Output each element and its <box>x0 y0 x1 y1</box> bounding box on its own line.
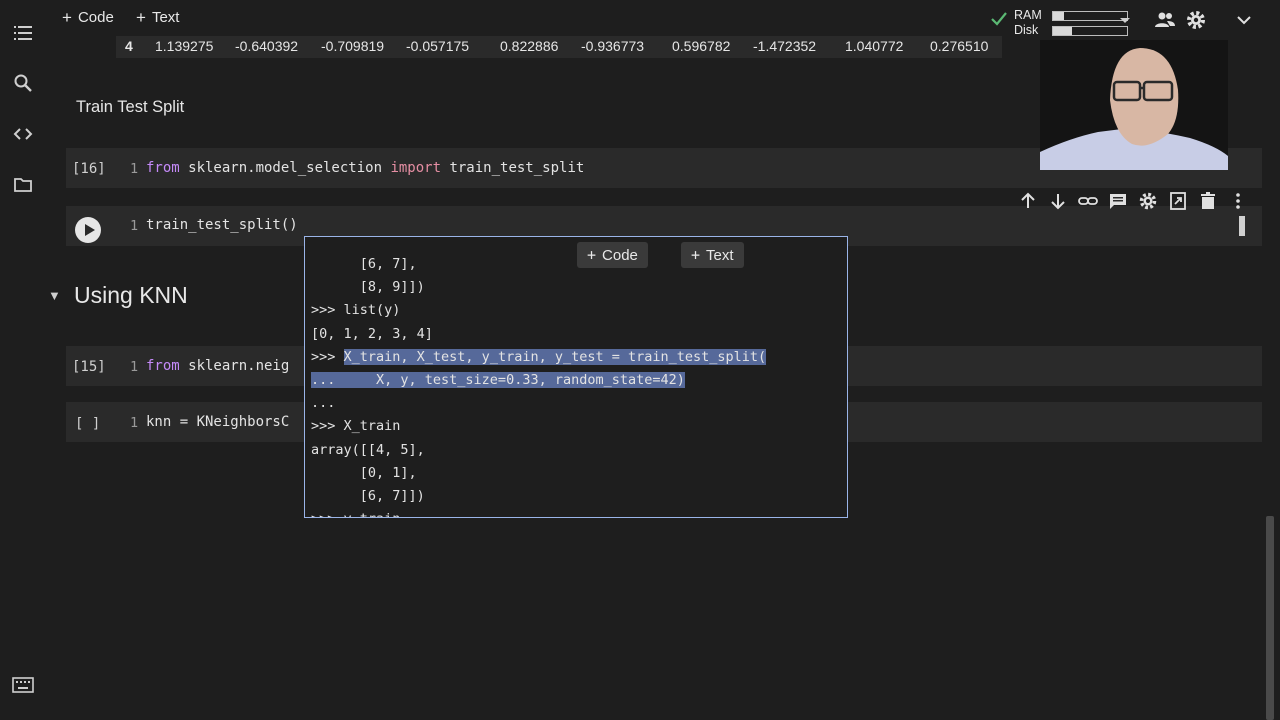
code-keyword: from <box>146 358 180 374</box>
popup-text-label: Text <box>706 246 734 264</box>
markdown-text[interactable]: Train Test Split <box>76 98 184 117</box>
disk-label: Disk <box>1014 23 1039 37</box>
cell-toolbar <box>1014 186 1254 216</box>
command-palette-icon[interactable] <box>12 675 34 695</box>
add-code-label: Code <box>77 9 114 26</box>
cell-prompt: [16] <box>72 161 106 177</box>
popup-code-label: Code <box>602 246 638 264</box>
collapse-caret-icon[interactable]: ▼ <box>48 288 68 303</box>
plus-icon: + <box>587 246 597 264</box>
popup-line: [6, 7]]) <box>311 488 425 504</box>
table-cell: 1.139275 <box>155 38 214 54</box>
row-index: 4 <box>125 38 133 54</box>
cell-prompt: [15] <box>72 359 106 375</box>
cell-code[interactable]: from sklearn.model_selection import trai… <box>146 160 584 176</box>
move-down-arrow-icon[interactable] <box>1048 191 1068 211</box>
search-icon[interactable] <box>12 72 34 94</box>
popup-line: ... X, y, test_size=0.33, random_state=4… <box>311 372 685 388</box>
popup-add-text-button[interactable]: + Text <box>681 242 744 268</box>
code-token: sklearn.model_selection <box>179 160 391 176</box>
share-people-icon[interactable] <box>1154 9 1176 31</box>
run-cell-button[interactable] <box>75 217 101 243</box>
delete-trash-icon[interactable] <box>1198 191 1218 211</box>
table-cell: -0.709819 <box>321 38 385 54</box>
mirror-cell-icon[interactable] <box>1168 191 1188 211</box>
add-code-button[interactable]: + Code <box>62 9 114 26</box>
connected-check-icon <box>991 12 1007 26</box>
table-cell: 0.822886 <box>500 38 559 54</box>
popup-line: >>> y_train <box>311 511 400 517</box>
popup-line: ... <box>311 395 336 412</box>
left-rail <box>0 0 46 720</box>
line-number: 1 <box>130 415 139 431</box>
code-snippets-icon[interactable] <box>12 123 34 145</box>
table-cell: -0.936773 <box>581 38 645 54</box>
section-heading[interactable]: ▼ Using KNN <box>46 280 188 310</box>
dataframe-row: 4 1.139275 -0.640392 -0.709819 -0.057175… <box>116 36 1002 58</box>
cell-code[interactable]: train_test_split() <box>146 217 298 233</box>
files-folder-icon[interactable] <box>12 174 34 196</box>
popup-line: [6, 7], <box>311 256 417 272</box>
table-cell: -0.640392 <box>235 38 299 54</box>
cell-prompt: [ ] <box>75 416 101 432</box>
code-keyword: from <box>146 160 180 176</box>
section-title: Using KNN <box>74 281 188 308</box>
chevron-down-icon[interactable] <box>1114 9 1136 31</box>
code-token: knn = KNeighborsC <box>146 414 290 430</box>
popup-line: >>> list(y) <box>311 302 401 319</box>
collapse-chevron-icon[interactable] <box>1233 9 1255 31</box>
popup-line: >>> X_train, X_test, y_train, y_test = t… <box>311 348 767 365</box>
line-number: 1 <box>130 359 139 375</box>
add-text-label: Text <box>151 9 180 26</box>
link-icon[interactable] <box>1078 191 1098 211</box>
code-keyword: import <box>390 160 442 176</box>
cell-scrollbar[interactable] <box>1239 216 1245 236</box>
code-token: train_test_split() <box>146 217 298 233</box>
webcam-overlay <box>1040 40 1228 170</box>
cell-code[interactable]: knn = KNeighborsC <box>146 414 289 430</box>
line-number: 1 <box>130 218 139 234</box>
more-options-icon[interactable] <box>1228 191 1248 211</box>
line-number: 1 <box>130 161 139 177</box>
table-cell: -0.057175 <box>406 38 470 54</box>
code-token: sklearn.neig <box>179 358 290 374</box>
cell-settings-gear-icon[interactable] <box>1138 191 1158 211</box>
ram-label: RAM <box>1014 8 1042 22</box>
settings-gear-icon[interactable] <box>1185 9 1207 31</box>
cell-code[interactable]: from sklearn.neig <box>146 358 289 374</box>
code-token: train_test_split <box>441 160 585 176</box>
popup-line: [0, 1, 2, 3, 4] <box>311 325 433 342</box>
add-text-button[interactable]: + Text <box>136 9 179 26</box>
popup-line: array([[4, 5], <box>311 441 425 458</box>
plus-icon: + <box>691 246 701 264</box>
popup-line: [0, 1], <box>311 464 417 481</box>
docstring-popup[interactable]: + Code + Text [6, 7], [8, 9]]) >>> list(y… <box>304 236 848 518</box>
toolbar: + Code + Text RAM Disk <box>46 0 1280 38</box>
table-cell: -1.472352 <box>753 38 817 54</box>
popup-line: [8, 9]]) <box>311 279 425 296</box>
popup-line: >>> X_train <box>311 418 401 435</box>
table-cell: 1.040772 <box>845 38 904 54</box>
table-cell: 0.596782 <box>672 38 731 54</box>
popup-add-code-button[interactable]: + Code <box>577 242 648 268</box>
move-up-arrow-icon[interactable] <box>1018 191 1038 211</box>
resources-indicator[interactable]: RAM Disk <box>990 4 1130 37</box>
page-scrollbar[interactable] <box>1266 516 1274 720</box>
plus-icon: + <box>136 8 146 27</box>
table-cell: 0.276510 <box>930 38 989 54</box>
table-of-contents-icon[interactable] <box>12 22 34 44</box>
plus-icon: + <box>62 8 72 27</box>
comment-icon[interactable] <box>1108 191 1128 211</box>
